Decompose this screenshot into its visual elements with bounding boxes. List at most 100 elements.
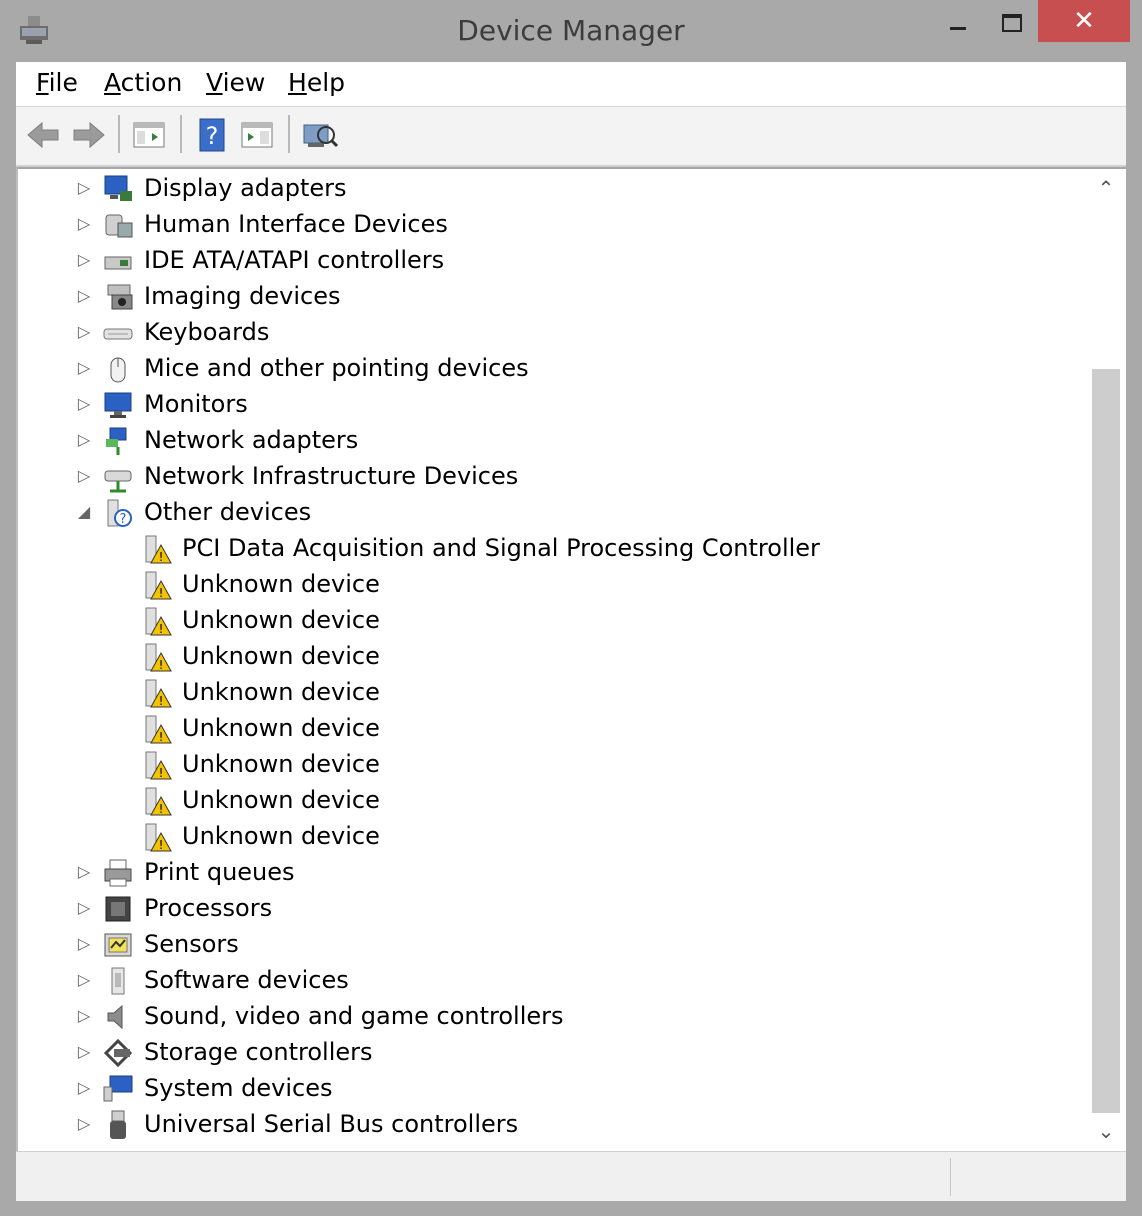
- collapsed-arrow-icon[interactable]: ▷: [74, 1042, 94, 1062]
- collapsed-arrow-icon[interactable]: ▷: [74, 178, 94, 198]
- tree-item-label: Unknown device: [182, 642, 380, 670]
- tree-category-item[interactable]: ▷ Sensors: [18, 927, 1088, 963]
- chevron-down-icon: ⌄: [1097, 1119, 1115, 1143]
- tree-item-label: Unknown device: [182, 750, 380, 778]
- tree-device-item[interactable]: ! Unknown device: [18, 711, 1088, 747]
- status-divider: [950, 1158, 951, 1196]
- scroll-up-button[interactable]: ⌃: [1088, 169, 1124, 207]
- tree-item-label: Display adapters: [144, 174, 347, 202]
- tree-item-label: PCI Data Acquisition and Signal Processi…: [182, 534, 820, 562]
- tree-category-item[interactable]: ◢? Other devices: [18, 495, 1088, 531]
- help-icon: ?: [199, 118, 225, 152]
- tree-item-label: Human Interface Devices: [144, 210, 448, 238]
- speaker-icon: [102, 1001, 134, 1033]
- tree-device-item[interactable]: ! PCI Data Acquisition and Signal Process…: [18, 531, 1088, 567]
- tree-category-item[interactable]: ▷ Mice and other pointing devices: [18, 351, 1088, 387]
- svg-text:!: !: [159, 694, 164, 708]
- warning-device-icon: !: [140, 749, 172, 781]
- collapsed-arrow-icon[interactable]: ▷: [74, 1078, 94, 1098]
- menu-file[interactable]: File: [36, 68, 78, 97]
- tree-device-item[interactable]: ! Unknown device: [18, 603, 1088, 639]
- tree-item-label: Keyboards: [144, 318, 270, 346]
- collapsed-arrow-icon[interactable]: ▷: [74, 214, 94, 234]
- collapsed-arrow-icon[interactable]: ▷: [74, 466, 94, 486]
- tree-category-item[interactable]: ▷ Software devices: [18, 963, 1088, 999]
- scroll-down-button[interactable]: ⌄: [1088, 1113, 1124, 1149]
- collapsed-arrow-icon[interactable]: ▷: [74, 862, 94, 882]
- tree-device-item[interactable]: ! Unknown device: [18, 747, 1088, 783]
- toolbar: ?: [16, 107, 1126, 167]
- tree-device-item[interactable]: ! Unknown device: [18, 675, 1088, 711]
- collapsed-arrow-icon[interactable]: ▷: [74, 1114, 94, 1134]
- help-button[interactable]: ?: [192, 115, 232, 155]
- collapsed-arrow-icon[interactable]: ▷: [74, 358, 94, 378]
- tree-category-item[interactable]: ▷ Human Interface Devices: [18, 207, 1088, 243]
- menu-view[interactable]: View: [206, 68, 265, 97]
- collapsed-arrow-icon[interactable]: ▷: [74, 286, 94, 306]
- forward-button[interactable]: [68, 115, 108, 155]
- title-bar[interactable]: Device Manager ✕: [0, 0, 1142, 62]
- tree-category-item[interactable]: ▷ Print queues: [18, 855, 1088, 891]
- tree-device-item[interactable]: ! Unknown device: [18, 639, 1088, 675]
- tree-item-label: Sound, video and game controllers: [144, 1002, 564, 1030]
- tree-category-item[interactable]: ▷ System devices: [18, 1071, 1088, 1107]
- tree-category-item[interactable]: ▷ Network Infrastructure Devices: [18, 459, 1088, 495]
- network-infrastructure-icon: [102, 461, 134, 493]
- tree-category-item[interactable]: ▷ Processors: [18, 891, 1088, 927]
- warning-device-icon: !: [140, 569, 172, 601]
- show-hide-console-tree-button[interactable]: [130, 115, 170, 155]
- usb-icon: [102, 1109, 134, 1141]
- properties-button[interactable]: [238, 115, 278, 155]
- collapsed-arrow-icon[interactable]: ▷: [74, 394, 94, 414]
- collapsed-arrow-icon[interactable]: ▷: [74, 322, 94, 342]
- scan-hardware-button[interactable]: [300, 115, 340, 155]
- tree-category-item[interactable]: ▷ Sound, video and game controllers: [18, 999, 1088, 1035]
- collapsed-arrow-icon[interactable]: ▷: [74, 970, 94, 990]
- close-button[interactable]: ✕: [1038, 0, 1130, 42]
- toolbar-separator: [288, 115, 290, 153]
- maximize-button[interactable]: [992, 0, 1032, 44]
- tree-device-item[interactable]: ! Unknown device: [18, 783, 1088, 819]
- menu-action[interactable]: Action: [104, 68, 182, 97]
- tree-category-item[interactable]: ▷ Keyboards: [18, 315, 1088, 351]
- svg-text:!: !: [159, 730, 164, 744]
- tree-item-label: Unknown device: [182, 570, 380, 598]
- warning-device-icon: !: [140, 821, 172, 853]
- tree-device-item[interactable]: ! Unknown device: [18, 567, 1088, 603]
- tree-category-item[interactable]: ▷ Display adapters: [18, 171, 1088, 207]
- tree-device-item[interactable]: ! Unknown device: [18, 819, 1088, 855]
- svg-text:!: !: [159, 838, 164, 852]
- menu-bar: File Action View Help: [16, 62, 1126, 107]
- minimize-button[interactable]: [938, 0, 978, 44]
- scroll-thumb[interactable]: [1092, 369, 1120, 1113]
- tree-category-item[interactable]: ▷ IDE ATA/ATAPI controllers: [18, 243, 1088, 279]
- ide-controller-icon: [102, 245, 134, 277]
- menu-help[interactable]: Help: [288, 68, 345, 97]
- collapsed-arrow-icon[interactable]: ▷: [74, 934, 94, 954]
- warning-device-icon: !: [140, 713, 172, 745]
- tree-category-item[interactable]: ▷ Network adapters: [18, 423, 1088, 459]
- svg-text:!: !: [159, 622, 164, 636]
- tree-category-item[interactable]: ▷ Monitors: [18, 387, 1088, 423]
- back-button[interactable]: [24, 115, 64, 155]
- collapsed-arrow-icon[interactable]: ▷: [74, 430, 94, 450]
- vertical-scrollbar[interactable]: ⌃ ⌄: [1088, 169, 1124, 1149]
- expanded-arrow-icon[interactable]: ◢: [74, 502, 94, 522]
- tree-category-item[interactable]: ▷ Storage controllers: [18, 1035, 1088, 1071]
- forward-arrow-icon: [73, 121, 105, 149]
- chevron-up-icon: ⌃: [1097, 176, 1115, 200]
- warning-device-icon: !: [140, 785, 172, 817]
- tree-item-label: Unknown device: [182, 714, 380, 742]
- close-icon: ✕: [1073, 6, 1095, 36]
- tree-item-label: IDE ATA/ATAPI controllers: [144, 246, 445, 274]
- sensor-icon: [102, 929, 134, 961]
- unknown-device-category-icon: ?: [102, 497, 134, 529]
- tree-item-label: Network adapters: [144, 426, 359, 454]
- warning-device-icon: !: [140, 677, 172, 709]
- tree-category-item[interactable]: ▷ Imaging devices: [18, 279, 1088, 315]
- collapsed-arrow-icon[interactable]: ▷: [74, 1006, 94, 1026]
- collapsed-arrow-icon[interactable]: ▷: [74, 250, 94, 270]
- network-adapter-icon: [102, 425, 134, 457]
- collapsed-arrow-icon[interactable]: ▷: [74, 898, 94, 918]
- tree-category-item[interactable]: ▷ Universal Serial Bus controllers: [18, 1107, 1088, 1143]
